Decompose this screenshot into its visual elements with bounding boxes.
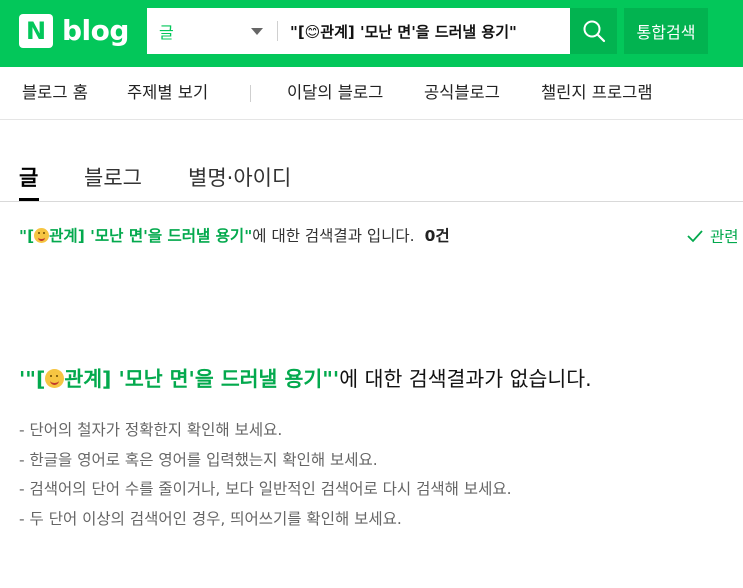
smiling-face-emoji-icon	[34, 228, 50, 243]
nav-item-challenge-program[interactable]: 챌린지 프로그램	[541, 67, 653, 119]
result-suffix-text: 에 대한 검색결과 입니다.	[252, 227, 415, 245]
active-tab-indicator	[19, 198, 39, 201]
search-scope-select[interactable]: 글	[147, 8, 277, 54]
smiling-face-emoji-icon	[45, 369, 65, 388]
result-count: 0건	[424, 227, 450, 245]
naver-blog-logo[interactable]: N blog	[19, 14, 129, 48]
search-icon	[583, 20, 605, 43]
result-tabs: 글 블로그 별명·아이디	[0, 150, 743, 202]
result-query-prefix: "[	[19, 227, 35, 245]
search-tip-item: - 검색어의 단어 수를 줄이거나, 보다 일반적인 검색어로 다시 검색해 보…	[19, 480, 512, 498]
search-tip-item: - 두 단어 이상의 검색어인 경우, 띄어쓰기를 확인해 보세요.	[19, 509, 402, 528]
no-result-text: 에 대한 검색결과가 없습니다.	[339, 367, 592, 391]
tab-blogs[interactable]: 블로그	[84, 162, 142, 192]
blog-logo-text: blog	[62, 14, 129, 47]
result-summary: "[ 관계] '모난 면'을 드러낼 용기"에 대한 검색결과 입니다. 0건	[19, 224, 450, 248]
naver-n-logo-icon: N	[19, 14, 53, 48]
search-scope-label: 글	[159, 23, 174, 42]
search-tip-item: - 한글을 영어로 혹은 영어를 입력했는지 확인해 보세요.	[19, 450, 378, 469]
search-divider	[277, 21, 278, 41]
nav-item-monthly-blog[interactable]: 이달의 블로그	[287, 67, 383, 119]
check-icon	[687, 230, 703, 243]
tab-nickname-id[interactable]: 별명·아이디	[188, 162, 291, 192]
result-query-text: 관계] '모난 면'을 드러낼 용기"	[49, 227, 253, 245]
related-sort-option[interactable]: 관련	[686, 224, 739, 248]
nav-item-blog-home[interactable]: 블로그 홈	[22, 67, 88, 119]
search-box: 글	[147, 8, 570, 54]
top-header: N blog 글 통합검색	[0, 0, 743, 67]
tab-posts[interactable]: 글	[19, 162, 38, 192]
search-button[interactable]	[570, 8, 617, 54]
nav-item-official-blog[interactable]: 공식블로그	[424, 67, 500, 119]
total-search-button[interactable]: 통합검색	[624, 8, 708, 54]
no-result-query-text: 관계] '모난 면'을 드러낼 용기"'	[64, 367, 340, 391]
nav-divider	[250, 85, 251, 102]
blog-nav: 블로그 홈 주제별 보기 이달의 블로그 공식블로그 챌린지 프로그램	[0, 67, 743, 120]
caret-down-icon	[251, 28, 263, 35]
no-result-query-prefix: '"[	[19, 367, 46, 391]
no-result-message: '"[ 관계] '모난 면'을 드러낼 용기"'에 대한 검색결과가 없습니다.	[19, 362, 592, 392]
search-input[interactable]	[290, 8, 565, 54]
related-label: 관련	[710, 228, 739, 246]
search-tip-item: - 단어의 철자가 정확한지 확인해 보세요.	[19, 421, 283, 439]
nav-item-topic-view[interactable]: 주제별 보기	[127, 67, 208, 119]
search-tips-list: - 단어의 철자가 정확한지 확인해 보세요. - 한글을 영어로 혹은 영어를…	[19, 416, 512, 534]
